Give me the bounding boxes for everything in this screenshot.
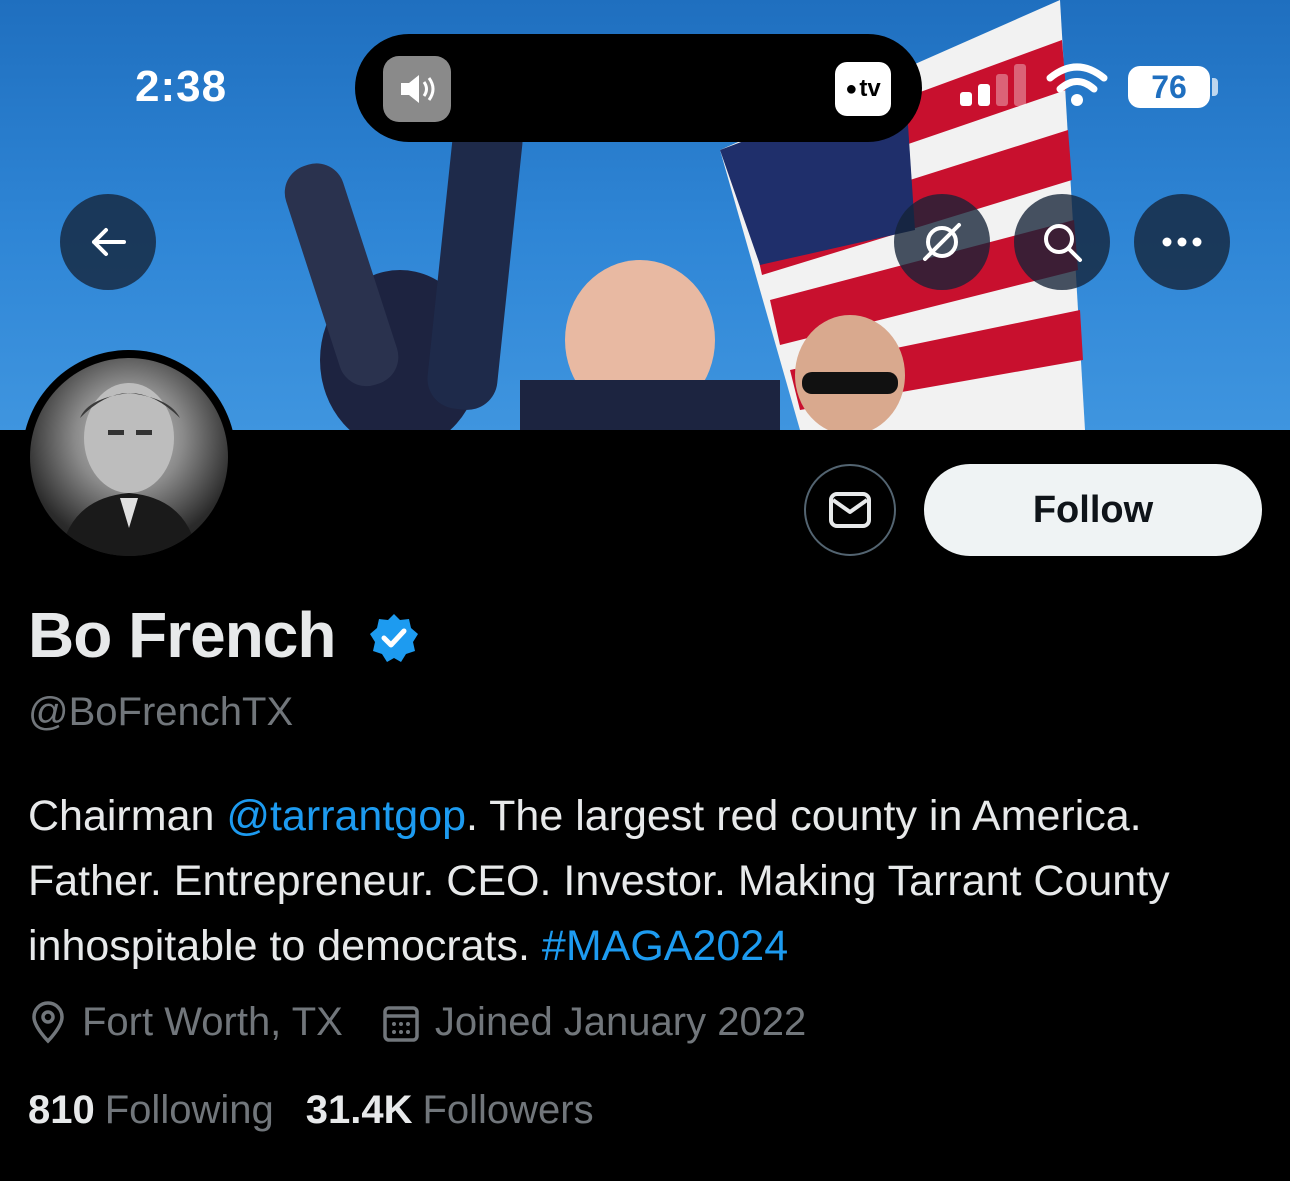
profile-stats: 810 Following 31.4K Followers xyxy=(28,1088,626,1133)
status-time: 2:38 xyxy=(135,62,228,111)
location-pin-icon xyxy=(32,1000,64,1043)
bio-text: Chairman xyxy=(28,792,227,840)
verified-badge-icon[interactable] xyxy=(368,612,420,664)
search-button[interactable] xyxy=(1014,194,1110,290)
sunglasses xyxy=(802,372,898,394)
location-item: Fort Worth, TX xyxy=(28,1000,343,1045)
wifi-icon xyxy=(1046,63,1108,106)
profile-handle: @BoFrenchTX xyxy=(28,690,294,734)
envelope-icon xyxy=(829,492,871,528)
battery-tip xyxy=(1212,78,1218,96)
apple-tv-icon: ● tv xyxy=(835,62,891,116)
following-count: 810 xyxy=(28,1088,95,1132)
bio-hashtag-link[interactable]: #MAGA2024 xyxy=(542,922,788,970)
grok-button[interactable] xyxy=(894,194,990,290)
profile-meta: Fort Worth, TX Joined January 2022 xyxy=(28,1000,844,1045)
followers-label: Followers xyxy=(422,1088,594,1132)
following-link[interactable]: 810 Following xyxy=(28,1088,274,1133)
volume-icon xyxy=(383,56,451,122)
follow-button[interactable]: Follow xyxy=(924,464,1262,556)
arrow-left-icon xyxy=(92,228,126,256)
profile-banner[interactable]: 2:38 ● tv 76 xyxy=(0,0,1290,430)
joined-text: Joined January 2022 xyxy=(434,1000,807,1044)
dynamic-island[interactable]: ● tv xyxy=(355,34,922,142)
signal-icon xyxy=(960,64,1026,106)
slashed-circle-icon xyxy=(923,223,961,261)
followers-count: 31.4K xyxy=(305,1088,413,1132)
suit-body xyxy=(520,380,780,430)
raised-arm xyxy=(427,110,523,410)
battery-indicator: 76 xyxy=(1128,66,1210,108)
more-horizontal-icon xyxy=(1162,237,1202,247)
avatar-image xyxy=(30,358,228,556)
followers-link[interactable]: 31.4K Followers xyxy=(306,1088,594,1133)
back-button[interactable] xyxy=(60,194,156,290)
message-button[interactable] xyxy=(804,464,896,556)
bio-mention-link[interactable]: @tarrantgop xyxy=(226,792,466,840)
tv-label: tv xyxy=(859,75,881,102)
joined-item: Joined January 2022 xyxy=(381,1000,806,1045)
calendar-icon xyxy=(383,1005,419,1042)
following-label: Following xyxy=(104,1088,274,1132)
more-button[interactable] xyxy=(1134,194,1230,290)
avatar[interactable] xyxy=(22,350,236,564)
profile-name: Bo French xyxy=(28,599,336,671)
profile-bio: Chairman @tarrantgop. The largest red co… xyxy=(28,784,1268,979)
location-text: Fort Worth, TX xyxy=(82,1000,343,1044)
search-icon xyxy=(1044,224,1082,262)
